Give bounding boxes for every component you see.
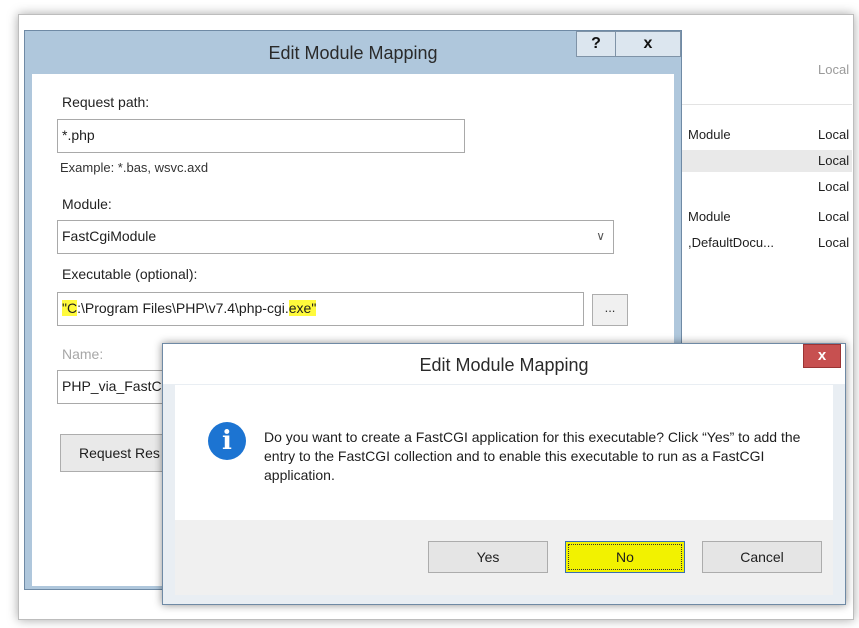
executable-drive-highlight: C [66,300,78,316]
executable-path: :\Program Files\PHP\v7.4\php-cgi. [77,300,289,316]
list-row-4-handler[interactable]: Module [688,209,731,224]
list-row-3-type[interactable]: Local [818,179,849,194]
list-header-type[interactable]: Local [818,62,849,77]
confirm-close-button[interactable]: x [803,344,841,368]
yes-button[interactable]: Yes [428,541,548,573]
list-row-5-handler[interactable]: ,DefaultDocu... [688,235,774,250]
confirm-dialog-title: Edit Module Mapping [419,355,589,375]
cancel-button[interactable]: Cancel [702,541,822,573]
no-button[interactable]: No [565,541,685,573]
confirm-message: Do you want to create a FastCGI applicat… [264,429,801,483]
list-row-5-type[interactable]: Local [818,235,849,250]
list-row-1-handler[interactable]: Module [688,127,731,142]
module-label: Module: [62,196,112,212]
close-button[interactable]: x [615,31,681,57]
list-header-divider [680,104,852,105]
request-path-label: Request path: [62,94,150,110]
list-row-1-type[interactable]: Local [818,127,849,142]
module-select[interactable]: FastCgiModule ∨ [57,220,614,254]
example-hint: Example: *.bas, wsvc.axd [60,160,209,175]
request-path-input[interactable]: *.php [57,119,465,153]
list-row-4-type[interactable]: Local [818,209,849,224]
info-icon: i [208,422,246,460]
executable-extension-highlight: exe" [288,300,317,316]
browse-button[interactable]: ... [592,294,628,326]
executable-label: Executable (optional): [62,266,198,282]
executable-input[interactable]: "C:\Program Files\PHP\v7.4\php-cgi.exe" [57,292,584,326]
module-select-value: FastCgiModule [62,228,157,244]
chevron-down-icon[interactable]: ∨ [596,221,605,251]
list-row-2-type[interactable]: Local [818,153,849,168]
help-button[interactable]: ? [576,31,616,57]
name-label: Name: [62,346,104,362]
